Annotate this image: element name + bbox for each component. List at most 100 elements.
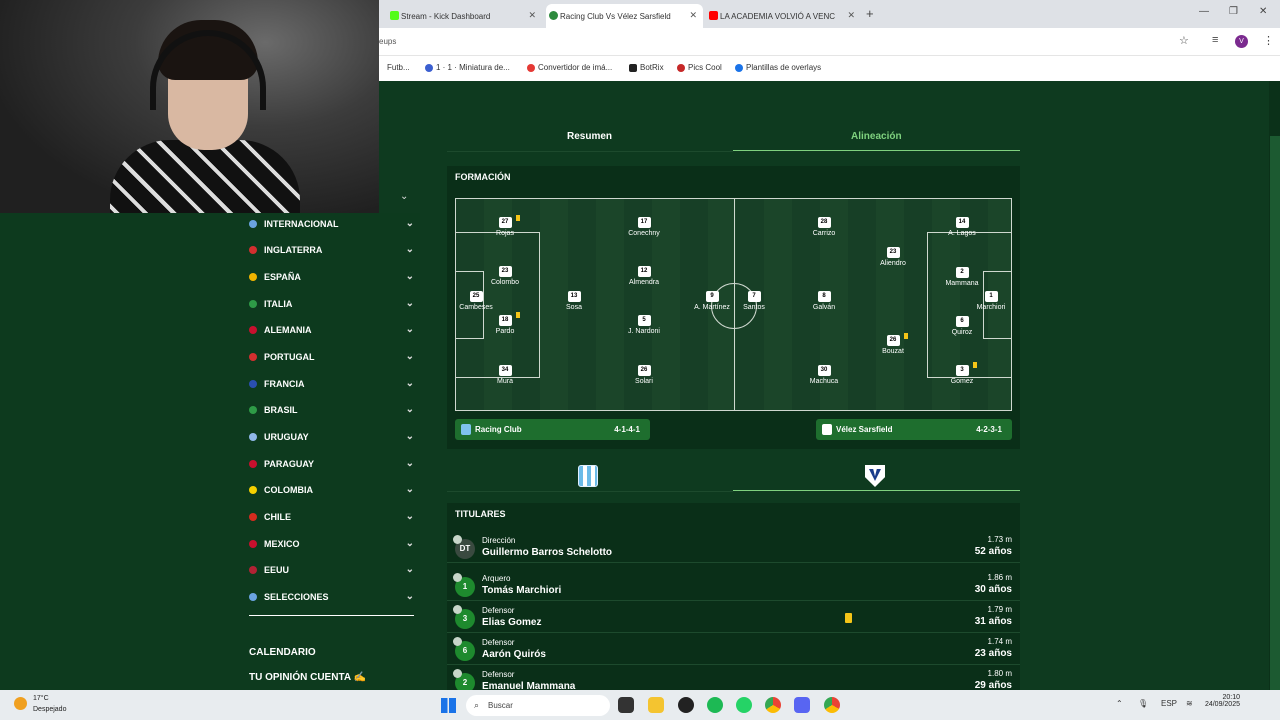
sidebar-item-francia[interactable]: FRANCIA ⌄ <box>249 375 414 393</box>
player-marker[interactable]: 26 Bouzat <box>863 335 923 355</box>
player-marker[interactable]: 27 Rojas <box>475 217 535 237</box>
maximize-icon[interactable]: ❐ <box>1229 6 1238 17</box>
player-marker[interactable]: 7 Santos <box>724 291 784 311</box>
chevron-down-icon[interactable]: ⌄ <box>406 298 414 309</box>
obs-icon[interactable] <box>678 697 694 713</box>
player-marker[interactable]: 34 Mura <box>475 365 535 385</box>
sidebar-item-colombia[interactable]: COLOMBIA ⌄ <box>249 481 414 499</box>
player-marker[interactable]: 25 Cambeses <box>446 291 506 311</box>
sidebar-item-alemania[interactable]: ALEMANIA ⌄ <box>249 321 414 339</box>
chevron-down-icon[interactable]: ⌄ <box>406 431 414 442</box>
chevron-down-icon[interactable]: ⌄ <box>406 404 414 415</box>
scrollbar[interactable] <box>1269 81 1280 691</box>
chevron-down-icon[interactable]: ⌄ <box>406 458 414 469</box>
menu-icon[interactable]: ⋮ <box>1263 34 1274 47</box>
player-marker[interactable]: 3 Gomez <box>932 365 992 385</box>
player-marker[interactable]: 23 Colombo <box>475 266 535 286</box>
chrome-profile-icon[interactable] <box>824 697 840 713</box>
tab-racing-velez[interactable]: Racing Club Vs Vélez Sarsfield ✕ <box>546 4 703 28</box>
chevron-down-icon[interactable]: ⌄ <box>406 218 414 229</box>
file-explorer-icon[interactable] <box>648 697 664 713</box>
player-marker[interactable]: 6 Quiroz <box>932 316 992 336</box>
player-marker[interactable]: 18 Pardo <box>475 315 535 335</box>
sidebar-item-italia[interactable]: ITALIA ⌄ <box>249 295 414 313</box>
tab-kick[interactable]: Stream - Kick Dashboard ✕ <box>387 4 542 28</box>
chevron-down-icon[interactable]: ⌄ <box>406 591 414 602</box>
close-icon[interactable]: ✕ <box>689 10 697 21</box>
tab-resumen[interactable]: Resumen <box>567 131 612 142</box>
player-marker[interactable]: 30 Machuca <box>794 365 854 385</box>
home-team-bar[interactable]: Racing Club 4-1-4-1 <box>455 419 650 440</box>
player-marker[interactable]: 28 Carrizo <box>794 217 854 237</box>
new-tab-icon[interactable]: + <box>866 6 874 21</box>
chevron-down-icon[interactable]: ⌄ <box>406 351 414 362</box>
language-indicator[interactable]: ESP <box>1161 699 1177 708</box>
chevron-down-icon[interactable]: ⌄ <box>406 538 414 549</box>
star-icon[interactable]: ☆ <box>1179 34 1189 47</box>
player-marker[interactable]: 23 Aliendro <box>863 247 923 267</box>
chevron-down-icon[interactable]: ⌄ <box>400 191 408 202</box>
racing-crest-icon[interactable] <box>578 465 598 487</box>
bookmark-item[interactable]: Convertidor de imá... <box>527 63 612 72</box>
player-marker[interactable]: 8 Galván <box>794 291 854 311</box>
table-row[interactable]: DT Dirección Guillermo Barros Schelotto … <box>447 531 1020 563</box>
away-team-bar[interactable]: Vélez Sarsfield 4-2-3-1 <box>816 419 1012 440</box>
bookmark-item[interactable]: Futb... <box>387 63 410 72</box>
chrome-icon[interactable] <box>765 697 781 713</box>
close-icon[interactable]: ✕ <box>847 10 855 21</box>
table-row[interactable]: 3 Defensor Elias Gomez 1.79 m 31 años <box>447 601 1020 633</box>
chevron-down-icon[interactable]: ⌄ <box>406 564 414 575</box>
taskbar-search[interactable]: ⌕ Buscar <box>466 695 610 716</box>
bookmark-item[interactable]: Pics Cool <box>677 63 722 72</box>
profile-avatar[interactable]: V <box>1235 35 1248 48</box>
sidebar-item-paraguay[interactable]: PARAGUAY ⌄ <box>249 455 414 473</box>
sidebar-item-eeuu[interactable]: EEUU ⌄ <box>249 561 414 579</box>
chevron-up-icon[interactable]: ⌃ <box>1116 699 1123 708</box>
opinion-link[interactable]: TU OPINIÓN CUENTA ✍ <box>249 672 366 683</box>
player-marker[interactable]: 5 J. Nardoni <box>614 315 674 335</box>
chevron-down-icon[interactable]: ⌄ <box>406 484 414 495</box>
window-close-icon[interactable]: ✕ <box>1259 6 1267 17</box>
chevron-down-icon[interactable]: ⌄ <box>406 244 414 255</box>
player-marker[interactable]: 14 A. Lagos <box>932 217 992 237</box>
sidebar-item-espana[interactable]: ESPAÑA ⌄ <box>249 268 414 286</box>
sidebar-item-selecciones[interactable]: SELECCIONES ⌄ <box>249 588 414 606</box>
media-icon[interactable]: ≡ <box>1212 34 1218 46</box>
url-text[interactable]: eups <box>379 37 396 46</box>
chevron-down-icon[interactable]: ⌄ <box>406 378 414 389</box>
spotify-icon[interactable] <box>707 697 723 713</box>
sidebar-item-portugal[interactable]: PORTUGAL ⌄ <box>249 348 414 366</box>
scrollbar-thumb[interactable] <box>1270 136 1280 691</box>
table-row[interactable]: 1 Arquero Tomás Marchiori 1.86 m 30 años <box>447 569 1020 601</box>
calendario-link[interactable]: CALENDARIO <box>249 647 316 658</box>
tab-youtube[interactable]: LA ACADEMIA VOLVIÓ A VENC ✕ <box>706 4 861 28</box>
player-marker[interactable]: 1 Marchiori <box>961 291 1021 311</box>
discord-icon[interactable] <box>794 697 810 713</box>
sidebar-item-brasil[interactable]: BRASIL ⌄ <box>249 401 414 419</box>
minimize-icon[interactable]: — <box>1199 6 1209 17</box>
player-marker[interactable]: 12 Almendra <box>614 266 674 286</box>
table-row[interactable]: 6 Defensor Aarón Quirós 1.74 m 23 años <box>447 633 1020 665</box>
sidebar-item-mexico[interactable]: MEXICO ⌄ <box>249 535 414 553</box>
chevron-down-icon[interactable]: ⌄ <box>406 511 414 522</box>
task-view-icon[interactable] <box>618 697 634 713</box>
sidebar-item-internacional[interactable]: INTERNACIONAL ⌄ <box>249 215 414 233</box>
windows-start-icon[interactable] <box>441 698 456 713</box>
player-marker[interactable]: 13 Sosa <box>544 291 604 311</box>
sidebar-item-inglaterra[interactable]: INGLATERRA ⌄ <box>249 241 414 259</box>
address-bar[interactable]: eups ☆ ≡ V ⋮ <box>379 28 1280 55</box>
microphone-icon[interactable]: 🎙 <box>1138 699 1148 708</box>
wifi-icon[interactable]: ≋ <box>1186 699 1193 708</box>
clock[interactable]: 20:10 24/09/2025 <box>1198 694 1240 708</box>
close-icon[interactable]: ✕ <box>528 10 536 21</box>
player-marker[interactable]: 17 Conechny <box>614 217 674 237</box>
bookmark-item[interactable]: Plantillas de overlays <box>735 63 821 72</box>
player-marker[interactable]: 2 Mammana <box>932 267 992 287</box>
sidebar-item-uruguay[interactable]: URUGUAY ⌄ <box>249 428 414 446</box>
chevron-down-icon[interactable]: ⌄ <box>406 271 414 282</box>
chevron-down-icon[interactable]: ⌄ <box>406 324 414 335</box>
tab-alineacion[interactable]: Alineación <box>851 131 902 142</box>
bookmark-item[interactable]: BotRix <box>629 63 664 72</box>
sidebar-item-chile[interactable]: CHILE ⌄ <box>249 508 414 526</box>
player-marker[interactable]: 26 Solari <box>614 365 674 385</box>
